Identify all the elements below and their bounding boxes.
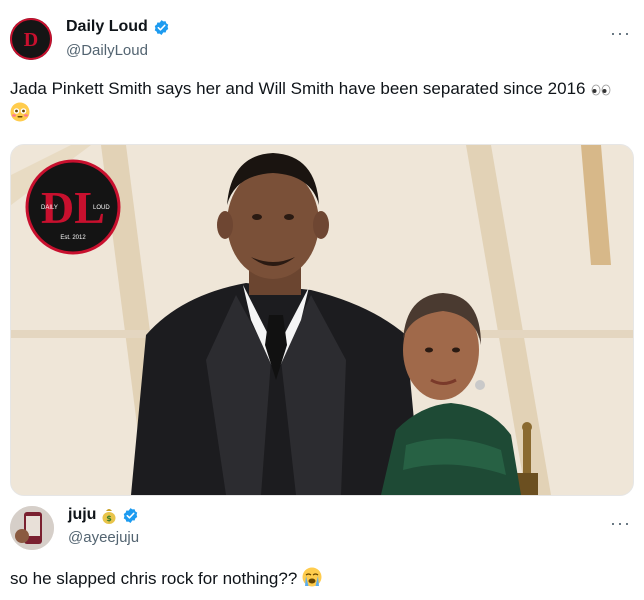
- author-name[interactable]: Daily Loud: [66, 18, 148, 36]
- more-options-icon[interactable]: ···: [610, 514, 631, 532]
- daily-loud-logo-icon: D: [10, 18, 52, 60]
- juju-avatar[interactable]: [10, 506, 54, 550]
- svg-text:LOUD: LOUD: [93, 205, 110, 211]
- reply-author-handle[interactable]: @ayeejuju: [68, 529, 139, 546]
- tweet-reply: juju $ @ayeejuju ··· so he slapped chris…: [0, 500, 644, 600]
- author-handle[interactable]: @DailyLoud: [66, 42, 148, 59]
- flushed-face-emoji-icon: [10, 102, 30, 122]
- reply-text: so he slapped chris rock for nothing??: [10, 566, 630, 591]
- tweet-media-photo[interactable]: DL DAILY LOUD Est. 2012: [10, 144, 634, 496]
- profile-photo-icon: [10, 506, 54, 550]
- eyes-emoji-icon: [591, 84, 611, 96]
- daily-loud-logo-badge: DL DAILY LOUD Est. 2012: [25, 159, 121, 255]
- tweet-text: Jada Pinkett Smith says her and Will Smi…: [10, 76, 630, 126]
- reply-body: so he slapped chris rock for nothing??: [10, 569, 298, 588]
- loudly-crying-face-emoji-icon: [302, 567, 322, 587]
- svg-text:Est. 2012: Est. 2012: [60, 235, 86, 241]
- tweet-main: D Daily Loud @DailyLoud ··· Jada Pinkett…: [0, 0, 644, 500]
- svg-text:DAILY: DAILY: [41, 205, 58, 211]
- tweet-body: Jada Pinkett Smith says her and Will Smi…: [10, 79, 586, 98]
- more-options-icon[interactable]: ···: [610, 24, 631, 42]
- svg-text:$: $: [107, 514, 113, 523]
- verified-badge-icon: [124, 507, 138, 523]
- svg-text:D: D: [24, 29, 38, 51]
- money-bag-emoji-icon: $: [102, 508, 116, 524]
- daily-loud-watermark-logo: DL DAILY LOUD Est. 2012: [25, 159, 121, 255]
- verified-badge-icon: [154, 19, 169, 35]
- reply-author-name[interactable]: juju: [68, 506, 96, 524]
- daily-loud-avatar[interactable]: D: [10, 18, 52, 60]
